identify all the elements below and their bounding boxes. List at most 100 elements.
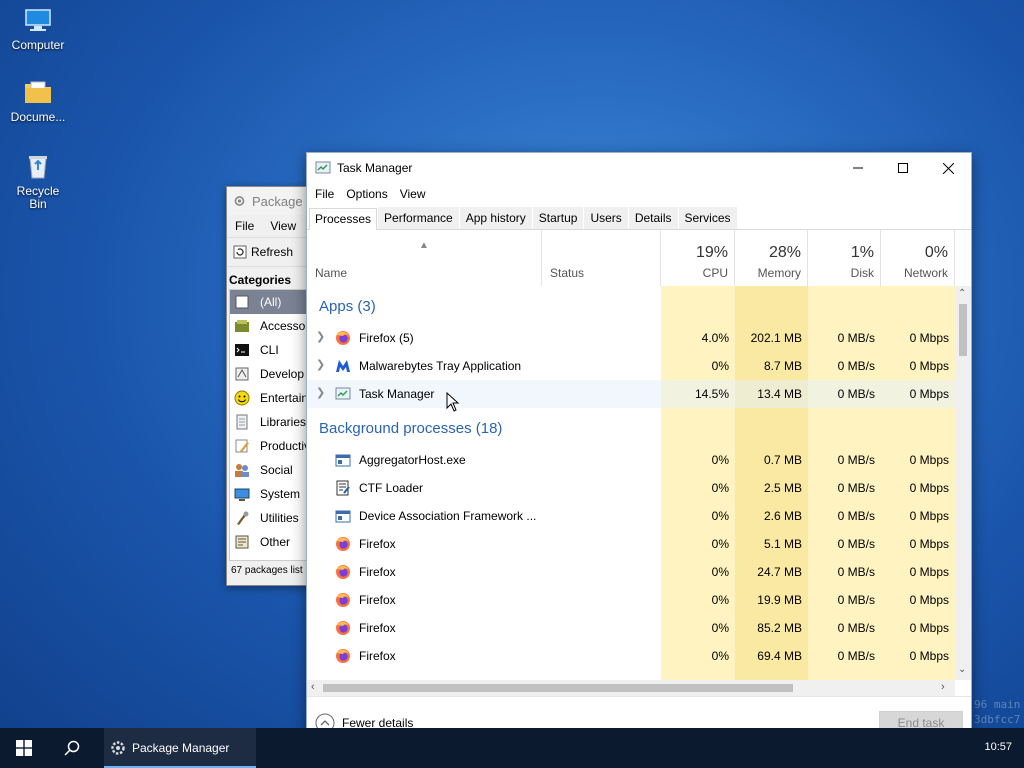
- desktop-icon-recycle-bin[interactable]: Recycle Bin: [4, 150, 72, 211]
- tab-app-history[interactable]: App history: [459, 207, 532, 229]
- process-cpu: 0%: [711, 359, 729, 373]
- firefox-icon: [335, 592, 351, 608]
- pm-category-smiley[interactable]: Entertain: [230, 386, 317, 410]
- process-disk: 0 MB/s: [837, 537, 875, 551]
- memory-total-pct: 28%: [768, 244, 801, 261]
- column-name-label: Name: [315, 266, 348, 280]
- scroll-left-icon[interactable]: ‹: [311, 681, 315, 693]
- tm-titlebar[interactable]: Task Manager: [307, 153, 971, 183]
- pm-category-development[interactable]: Develop: [230, 362, 317, 386]
- horizontal-scrollbar[interactable]: ‹ ›: [307, 680, 955, 696]
- minimize-button[interactable]: [835, 153, 881, 183]
- column-header-name[interactable]: ▲ Name: [307, 230, 542, 286]
- network-total-pct: 0%: [924, 244, 948, 261]
- column-header-network[interactable]: 0% Network: [881, 230, 955, 286]
- process-group-header: Apps (3): [319, 298, 376, 315]
- pm-category-accessories[interactable]: Accesso: [230, 314, 317, 338]
- column-header-disk[interactable]: 1% Disk: [808, 230, 881, 286]
- task-manager-window[interactable]: Task Manager File Options View Processes…: [306, 152, 972, 746]
- expand-chevron-icon[interactable]: ❯: [316, 358, 325, 371]
- tab-details[interactable]: Details: [628, 207, 678, 229]
- scroll-right-icon[interactable]: ›: [941, 681, 945, 693]
- desktop-icon-label: Docume...: [10, 110, 66, 124]
- process-network: 0 Mbps: [909, 509, 949, 523]
- pm-category-libraries[interactable]: Libraries: [230, 410, 317, 434]
- expand-chevron-icon[interactable]: ❯: [316, 386, 325, 399]
- tm-menu-file[interactable]: File: [309, 187, 340, 201]
- process-disk: 0 MB/s: [837, 649, 875, 663]
- process-name: Malwarebytes Tray Application: [359, 359, 522, 373]
- process-row[interactable]: Firefox 0% 85.2 MB 0 MB/s 0 Mbps: [307, 614, 955, 642]
- pm-category-productivity[interactable]: Productiv: [230, 434, 317, 458]
- desktop-icon-computer[interactable]: Computer: [4, 4, 72, 52]
- process-row[interactable]: Device Association Framework ... 0% 2.6 MB…: [307, 502, 955, 530]
- tm-menu-view[interactable]: View: [394, 187, 432, 201]
- pm-menu-view[interactable]: View: [262, 219, 304, 233]
- process-row[interactable]: Firefox 0% 5.1 MB 0 MB/s 0 Mbps: [307, 530, 955, 558]
- column-status-label: Status: [550, 266, 585, 280]
- process-row[interactable]: ❯ Firefox (5) 4.0% 202.1 MB 0 MB/s 0 Mbps: [307, 324, 955, 352]
- process-network: 0 Mbps: [909, 359, 949, 373]
- search-button[interactable]: [50, 728, 94, 768]
- scroll-down-icon[interactable]: ⌄: [958, 664, 966, 675]
- vertical-scrollbar[interactable]: ⌃ ⌄: [955, 286, 971, 680]
- tab-services[interactable]: Services: [678, 207, 737, 229]
- pm-category-social[interactable]: Social: [230, 458, 317, 482]
- disk-label: Disk: [850, 266, 874, 280]
- process-name: CTF Loader: [359, 481, 424, 495]
- expand-chevron-icon[interactable]: ❯: [316, 330, 325, 343]
- pm-category-terminal[interactable]: CLI: [230, 338, 317, 362]
- refresh-icon: [233, 245, 247, 259]
- cpu-label: CPU: [702, 266, 728, 280]
- tab-processes[interactable]: Processes: [309, 208, 378, 230]
- process-row[interactable]: ❯ Malwarebytes Tray Application 0% 8.7 MB 0 …: [307, 352, 955, 380]
- maximize-button[interactable]: [880, 153, 926, 183]
- pm-category-all[interactable]: (All): [230, 290, 317, 314]
- process-row[interactable]: Firefox 0% 19.9 MB 0 MB/s 0 Mbps: [307, 586, 955, 614]
- package-manager-window[interactable]: Package M File View Refresh Categories (…: [226, 186, 318, 586]
- process-name: Firefox: [359, 537, 396, 551]
- pm-titlebar[interactable]: Package M: [227, 187, 317, 215]
- pm-toolbar: Refresh: [227, 238, 317, 267]
- development-icon: [234, 366, 250, 382]
- tab-users[interactable]: Users: [584, 207, 628, 229]
- malwarebytes-icon: [335, 358, 351, 374]
- start-button[interactable]: [0, 728, 48, 768]
- maximize-icon: [898, 163, 908, 173]
- terminal-icon: [234, 342, 250, 358]
- memory-label: Memory: [757, 266, 801, 280]
- pm-categories-heading: Categories: [229, 273, 292, 287]
- tab-startup[interactable]: Startup: [532, 207, 584, 229]
- pm-category-utilities[interactable]: Utilities: [230, 506, 317, 530]
- process-memory: 13.4 MB: [757, 387, 802, 401]
- taskbar-app-package-manager[interactable]: Package Manager: [104, 728, 256, 768]
- process-name: Device Association Framework ...: [359, 509, 537, 523]
- process-row[interactable]: Firefox 0% 69.4 MB 0 MB/s 0 Mbps: [307, 642, 955, 670]
- column-header-memory[interactable]: 28% Memory: [735, 230, 808, 286]
- window-process-icon: [335, 508, 351, 524]
- taskbar-clock[interactable]: 10:57: [984, 741, 1012, 753]
- tm-menu-options[interactable]: Options: [340, 187, 393, 201]
- desktop-icon-documents[interactable]: Docume...: [4, 76, 72, 124]
- horizontal-scroll-thumb[interactable]: [323, 684, 793, 692]
- process-cpu: 4.0%: [701, 331, 729, 345]
- process-name: Firefox: [359, 649, 396, 663]
- process-row[interactable]: CTF Loader 0% 2.5 MB 0 MB/s 0 Mbps: [307, 474, 955, 502]
- recycle-bin-icon: [22, 150, 54, 182]
- column-header-status[interactable]: Status: [542, 230, 661, 286]
- scroll-up-icon[interactable]: ⌃: [958, 288, 966, 299]
- task-manager-icon: [335, 386, 351, 402]
- process-row[interactable]: Firefox 0% 24.7 MB 0 MB/s 0 Mbps: [307, 558, 955, 586]
- process-row[interactable]: ❯ Task Manager 14.5% 13.4 MB 0 MB/s 0 Mbps: [307, 380, 955, 408]
- pm-refresh-button[interactable]: Refresh: [233, 245, 293, 259]
- process-disk: 0 MB/s: [837, 509, 875, 523]
- vertical-scroll-thumb[interactable]: [959, 304, 967, 356]
- system-icon: [234, 486, 250, 502]
- tab-performance[interactable]: Performance: [378, 207, 459, 229]
- pm-category-other[interactable]: Other: [230, 530, 317, 554]
- column-header-cpu[interactable]: 19% CPU: [661, 230, 735, 286]
- process-row[interactable]: AggregatorHost.exe 0% 0.7 MB 0 MB/s 0 Mbps: [307, 446, 955, 474]
- pm-menu-file[interactable]: File: [227, 219, 262, 233]
- close-button[interactable]: [925, 153, 971, 183]
- pm-category-system[interactable]: System: [230, 482, 317, 506]
